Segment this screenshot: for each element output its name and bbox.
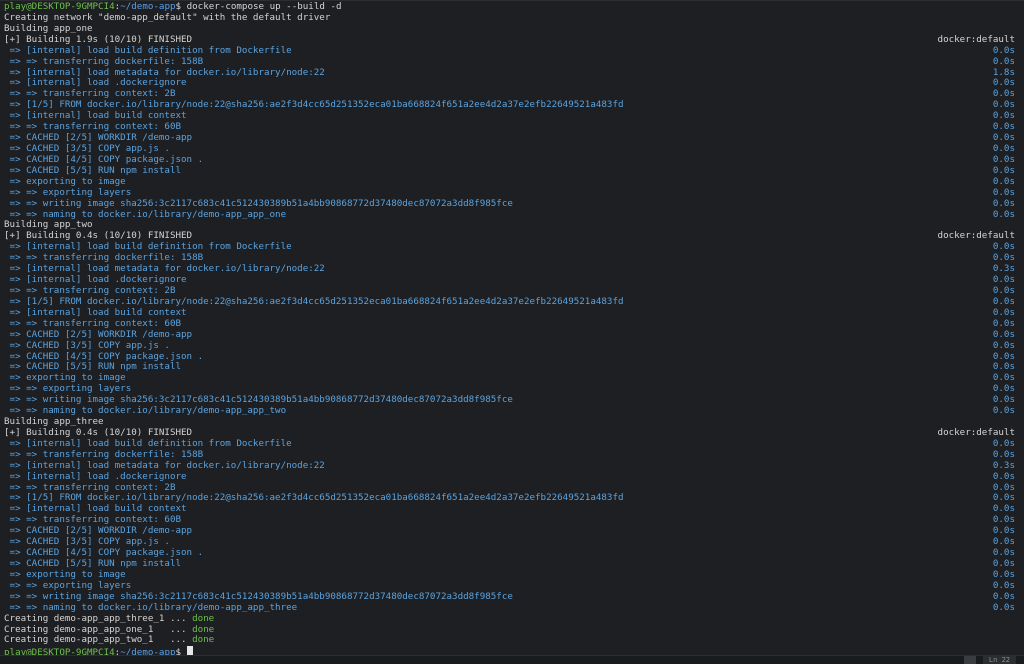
build-step-time: 0.0s <box>992 470 1015 482</box>
container-creation-text: Creating demo-app_app_one_1 ... <box>4 623 193 635</box>
container-creation-text: Creating demo-app_app_three_1 ... <box>4 612 193 624</box>
build-step-time: 0.0s <box>992 208 1015 220</box>
build-step: => CACHED [3/5] COPY app.js . 0.0s <box>4 339 1017 352</box>
build-step: => [internal] load .dockerignore 0.0s <box>4 470 1017 483</box>
build-step-text: => [internal] load build definition from… <box>4 44 292 56</box>
container-creation-output: Creating demo-app_app_three_1 ... done Cr… <box>4 612 1017 647</box>
build-step: => => transferring dockerfile: 158B 0.0s <box>4 55 1017 68</box>
command-text: docker-compose up --build -d <box>181 1 342 12</box>
build-step: => => naming to docker.io/library/demo-a… <box>4 405 1017 417</box>
build-step: => [internal] load metadata for docker.i… <box>4 460 1017 472</box>
container-creation-line: Creating demo-app_app_two_1 ... done <box>4 635 1017 646</box>
build-step: => => writing image sha256:3c2117c683c41… <box>4 197 1017 210</box>
build-step-text: => => writing image sha256:3c2117c683c41… <box>4 197 513 209</box>
container-creation-text: Creating demo-app_app_two_1 ... <box>4 634 193 646</box>
status-indicator <box>964 656 976 664</box>
build-step-time: 0.0s <box>992 44 1015 56</box>
status-bar: Ln 22 <box>0 655 1024 664</box>
build-step-text: => CACHED [2/5] WORKDIR /demo-app <box>4 328 193 340</box>
build-step-time: 0.0s <box>992 405 1015 417</box>
prompt-path: ~/demo-app <box>120 1 176 12</box>
network-text: Creating network "demo-app_default" with… <box>4 11 331 23</box>
build-step-time: 0.0s <box>992 197 1015 209</box>
build-step: => CACHED [5/5] RUN npm install 0.0s <box>4 165 1017 177</box>
build-step-time: 0.0s <box>992 339 1015 351</box>
builds-output: Building app_one [+] Building 1.9s (10/10… <box>4 22 1017 614</box>
terminal-output[interactable]: play@DESKTOP-9GMPCI4:~/demo-app$ docker-… <box>4 1 1017 658</box>
build-step-text: => => transferring dockerfile: 158B <box>4 55 204 67</box>
build-step-text: => => exporting layers <box>4 186 132 198</box>
network-line: Creating network "demo-app_default" with… <box>4 11 1017 24</box>
build-step: => CACHED [5/5] RUN npm install 0.0s <box>4 558 1017 570</box>
build-step: => [internal] load build definition from… <box>4 44 1017 57</box>
build-step-time: 0.0s <box>992 328 1015 340</box>
build-step-text: => [internal] load .dockerignore <box>4 470 187 482</box>
build-title-text: Building app_one <box>4 22 93 34</box>
build-step: => => naming to docker.io/library/demo-a… <box>4 208 1017 221</box>
build-step-time: 0.0s <box>992 55 1015 67</box>
build-step: => CACHED [5/5] RUN npm install 0.0s <box>4 361 1017 373</box>
container-status-done: done <box>192 623 215 635</box>
container-status-done: done <box>192 634 215 646</box>
build-step-time: 0.0s <box>992 601 1015 613</box>
build-step: => => exporting layers 0.0s <box>4 186 1017 199</box>
build-step: => exporting to image 0.0s <box>4 372 1017 384</box>
build-step-time: 0.0s <box>992 186 1015 198</box>
build-step: => exporting to image 0.0s <box>4 569 1017 581</box>
container-status-done: done <box>192 612 215 624</box>
build-title-text: Building app_three <box>4 416 104 428</box>
build-step: => exporting to image 0.0s <box>4 176 1017 188</box>
line-position: Ln 22 <box>982 656 1016 664</box>
build-step: => CACHED [2/5] WORKDIR /demo-app 0.0s <box>4 328 1017 341</box>
prompt-user-host: play@DESKTOP-9GMPCI4 <box>4 1 115 12</box>
build-title-text: Building app_two <box>4 219 93 231</box>
build-step-text: => CACHED [3/5] COPY app.js . <box>4 339 170 351</box>
